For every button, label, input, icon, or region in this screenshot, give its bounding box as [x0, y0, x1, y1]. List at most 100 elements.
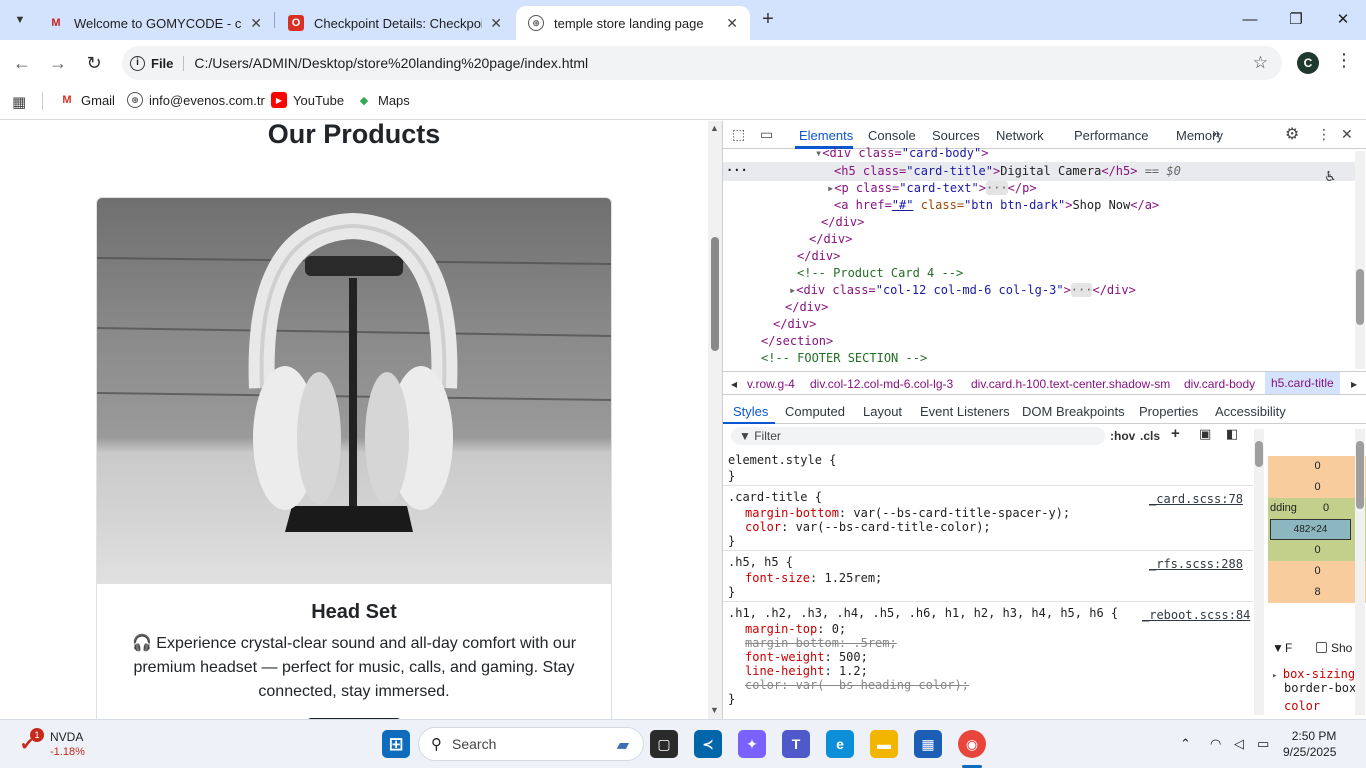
- source-link[interactable]: _rfs.scss:288: [1149, 557, 1243, 571]
- accessibility-tree-icon[interactable]: ♿: [1324, 168, 1337, 185]
- subtab-styles[interactable]: Styles: [733, 404, 768, 419]
- source-link[interactable]: _card.scss:78: [1149, 492, 1243, 506]
- dom-close-div[interactable]: </div>: [785, 299, 828, 316]
- css-declaration[interactable]: margin-bottom: var(--bs-card-title-space…: [745, 506, 1070, 520]
- microsoft-store-icon[interactable]: ▦: [914, 730, 942, 758]
- dom-comment-footer[interactable]: <!-- FOOTER SECTION -->: [761, 350, 927, 367]
- close-tab-icon[interactable]: ✕: [726, 15, 738, 32]
- scrollbar-thumb[interactable]: [1356, 441, 1364, 509]
- css-selector[interactable]: .h5, h5 {: [728, 555, 793, 569]
- dom-close-div[interactable]: </div>: [797, 248, 840, 265]
- new-tab-button[interactable]: +: [757, 8, 779, 30]
- box-model-content[interactable]: 482×24: [1270, 519, 1351, 540]
- devtools-menu-icon[interactable]: ⋮: [1317, 126, 1331, 143]
- element-style-rule[interactable]: element.style {: [728, 453, 836, 467]
- scroll-down-icon[interactable]: ▼: [710, 705, 719, 715]
- computed-scrollbar[interactable]: [1355, 429, 1365, 715]
- styles-filter-input[interactable]: ▼ Filter: [731, 427, 1105, 445]
- styles-scrollbar[interactable]: [1254, 429, 1264, 715]
- volume-icon[interactable]: ◁: [1234, 736, 1244, 752]
- battery-icon[interactable]: ▭: [1257, 736, 1269, 752]
- scrollbar-thumb[interactable]: [1255, 441, 1263, 467]
- url-text[interactable]: C:/Users/ADMIN/Desktop/store%20landing%2…: [194, 55, 588, 71]
- dom-close-div[interactable]: </div>: [821, 214, 864, 231]
- tab-gomycode[interactable]: M Welcome to GOMYCODE - chiji ✕: [36, 6, 274, 40]
- copilot-icon[interactable]: ✦: [738, 730, 766, 758]
- css-selector[interactable]: .h1, .h2, .h3, .h4, .h5, .h6, h1, h2, h3…: [728, 606, 1118, 620]
- class-toggle[interactable]: .cls: [1140, 429, 1160, 443]
- address-bar[interactable]: i File C:/Users/ADMIN/Desktop/store%20la…: [122, 46, 1282, 80]
- scrollbar-thumb[interactable]: [711, 237, 719, 351]
- paint-brush-icon[interactable]: ▣: [1199, 426, 1211, 442]
- css-declaration[interactable]: color: var(--bs-card-title-color);: [745, 520, 991, 534]
- chrome-icon[interactable]: ◉: [958, 730, 986, 758]
- browser-menu-icon[interactable]: ⋮: [1335, 50, 1353, 71]
- tab-network[interactable]: Network: [996, 128, 1044, 143]
- tab-sources[interactable]: Sources: [932, 128, 980, 143]
- tab-performance[interactable]: Performance: [1074, 128, 1148, 143]
- dom-close-section[interactable]: </section>: [761, 333, 833, 350]
- system-clock[interactable]: 2:50 PM 9/25/2025: [1283, 728, 1336, 760]
- more-tabs-icon[interactable]: »: [1212, 125, 1220, 142]
- tab-elements[interactable]: Elements: [799, 128, 853, 143]
- subtab-layout[interactable]: Layout: [863, 404, 902, 419]
- breadcrumb-item-active[interactable]: h5.card-title: [1265, 372, 1340, 394]
- minimize-button[interactable]: —: [1235, 8, 1265, 32]
- teams-icon[interactable]: T: [782, 730, 810, 758]
- computed-property[interactable]: ▸ box-sizing: [1272, 667, 1355, 681]
- computed-filter[interactable]: ▼ F Sho: [1268, 641, 1366, 659]
- node-actions-ellipsis-icon[interactable]: ···: [726, 162, 748, 179]
- subtab-computed[interactable]: Computed: [785, 404, 845, 419]
- task-view-icon[interactable]: ▢: [650, 730, 678, 758]
- subtab-event-listeners[interactable]: Event Listeners: [920, 404, 1010, 419]
- show-hidden-icons-chevron[interactable]: ⌃: [1180, 736, 1191, 752]
- taskbar-search[interactable]: ⚲ Search ▰: [418, 727, 644, 761]
- site-info-icon[interactable]: i: [130, 55, 145, 71]
- subtab-dom-breakpoints[interactable]: DOM Breakpoints: [1022, 404, 1125, 419]
- css-declaration[interactable]: font-size: 1.25rem;: [745, 571, 882, 585]
- tab-console[interactable]: Console: [868, 128, 916, 143]
- computed-property[interactable]: color: [1284, 699, 1320, 713]
- breadcrumb-right-icon[interactable]: ▸: [1351, 377, 1357, 391]
- vscode-icon[interactable]: ≺: [694, 730, 722, 758]
- breadcrumb-item[interactable]: div.col-12.col-md-6.col-lg-3: [810, 377, 953, 391]
- dom-node-col[interactable]: ▸<div class="col-12 col-md-6 col-lg-3">·…: [789, 282, 1136, 299]
- bookmark-maps[interactable]: ◆ Maps: [356, 92, 410, 108]
- stock-widget[interactable]: ✔ 1 NVDA -1.18%: [16, 728, 96, 762]
- dom-node-a[interactable]: <a href="#" class="btn btn-dark">Shop No…: [834, 197, 1159, 214]
- breadcrumb-item[interactable]: v.row.g-4: [747, 377, 795, 391]
- apps-grid-icon[interactable]: ▦: [12, 93, 26, 111]
- breadcrumb-item[interactable]: div.card.h-100.text-center.shadow-sm: [971, 377, 1170, 391]
- source-link[interactable]: _reboot.scss:84: [1142, 608, 1250, 622]
- windows-start-icon[interactable]: ⊞: [382, 730, 410, 758]
- close-tab-icon[interactable]: ✕: [490, 15, 502, 32]
- reload-icon[interactable]: ↻: [81, 50, 107, 76]
- css-declaration[interactable]: font-weight: 500;: [745, 650, 868, 664]
- css-declaration-overridden[interactable]: margin-bottom: .5rem;: [745, 636, 897, 650]
- bookmark-evenos[interactable]: ⊕ info@evenos.com.tr: [127, 92, 265, 108]
- wifi-icon[interactable]: ◠: [1210, 736, 1221, 752]
- forward-arrow-icon[interactable]: →: [45, 50, 71, 76]
- dom-node-p[interactable]: ▸<p class="card-text">···</p>: [827, 180, 1037, 197]
- scrollbar-thumb[interactable]: [1356, 269, 1364, 325]
- edge-icon[interactable]: e: [826, 730, 854, 758]
- dom-close-div[interactable]: </div>: [773, 316, 816, 333]
- bookmark-youtube[interactable]: ▶ YouTube: [271, 92, 344, 108]
- subtab-properties[interactable]: Properties: [1139, 404, 1198, 419]
- dom-close-div[interactable]: </div>: [809, 231, 852, 248]
- dom-scrollbar[interactable]: [1355, 151, 1365, 369]
- css-selector[interactable]: .card-title {: [728, 490, 822, 504]
- toggle-sidebar-icon[interactable]: ◧: [1226, 426, 1238, 442]
- inspect-element-icon[interactable]: ⬚: [732, 126, 745, 143]
- breadcrumb-left-icon[interactable]: ◂: [731, 377, 737, 391]
- show-all-checkbox[interactable]: [1316, 642, 1327, 653]
- page-scrollbar[interactable]: ▲ ▼: [708, 121, 722, 719]
- dom-node-h5[interactable]: <h5 class="card-title">Digital Camera</h…: [834, 163, 1181, 180]
- maximize-button[interactable]: ❐: [1281, 8, 1311, 32]
- subtab-accessibility[interactable]: Accessibility: [1215, 404, 1286, 419]
- tab-temple-store[interactable]: ⊕ temple store landing page ✕: [516, 6, 750, 40]
- tab-search-chevron-icon[interactable]: ▼: [6, 6, 34, 34]
- new-style-rule-icon[interactable]: +: [1171, 425, 1180, 442]
- css-declaration[interactable]: line-height: 1.2;: [745, 664, 868, 678]
- close-window-button[interactable]: ✕: [1328, 8, 1358, 32]
